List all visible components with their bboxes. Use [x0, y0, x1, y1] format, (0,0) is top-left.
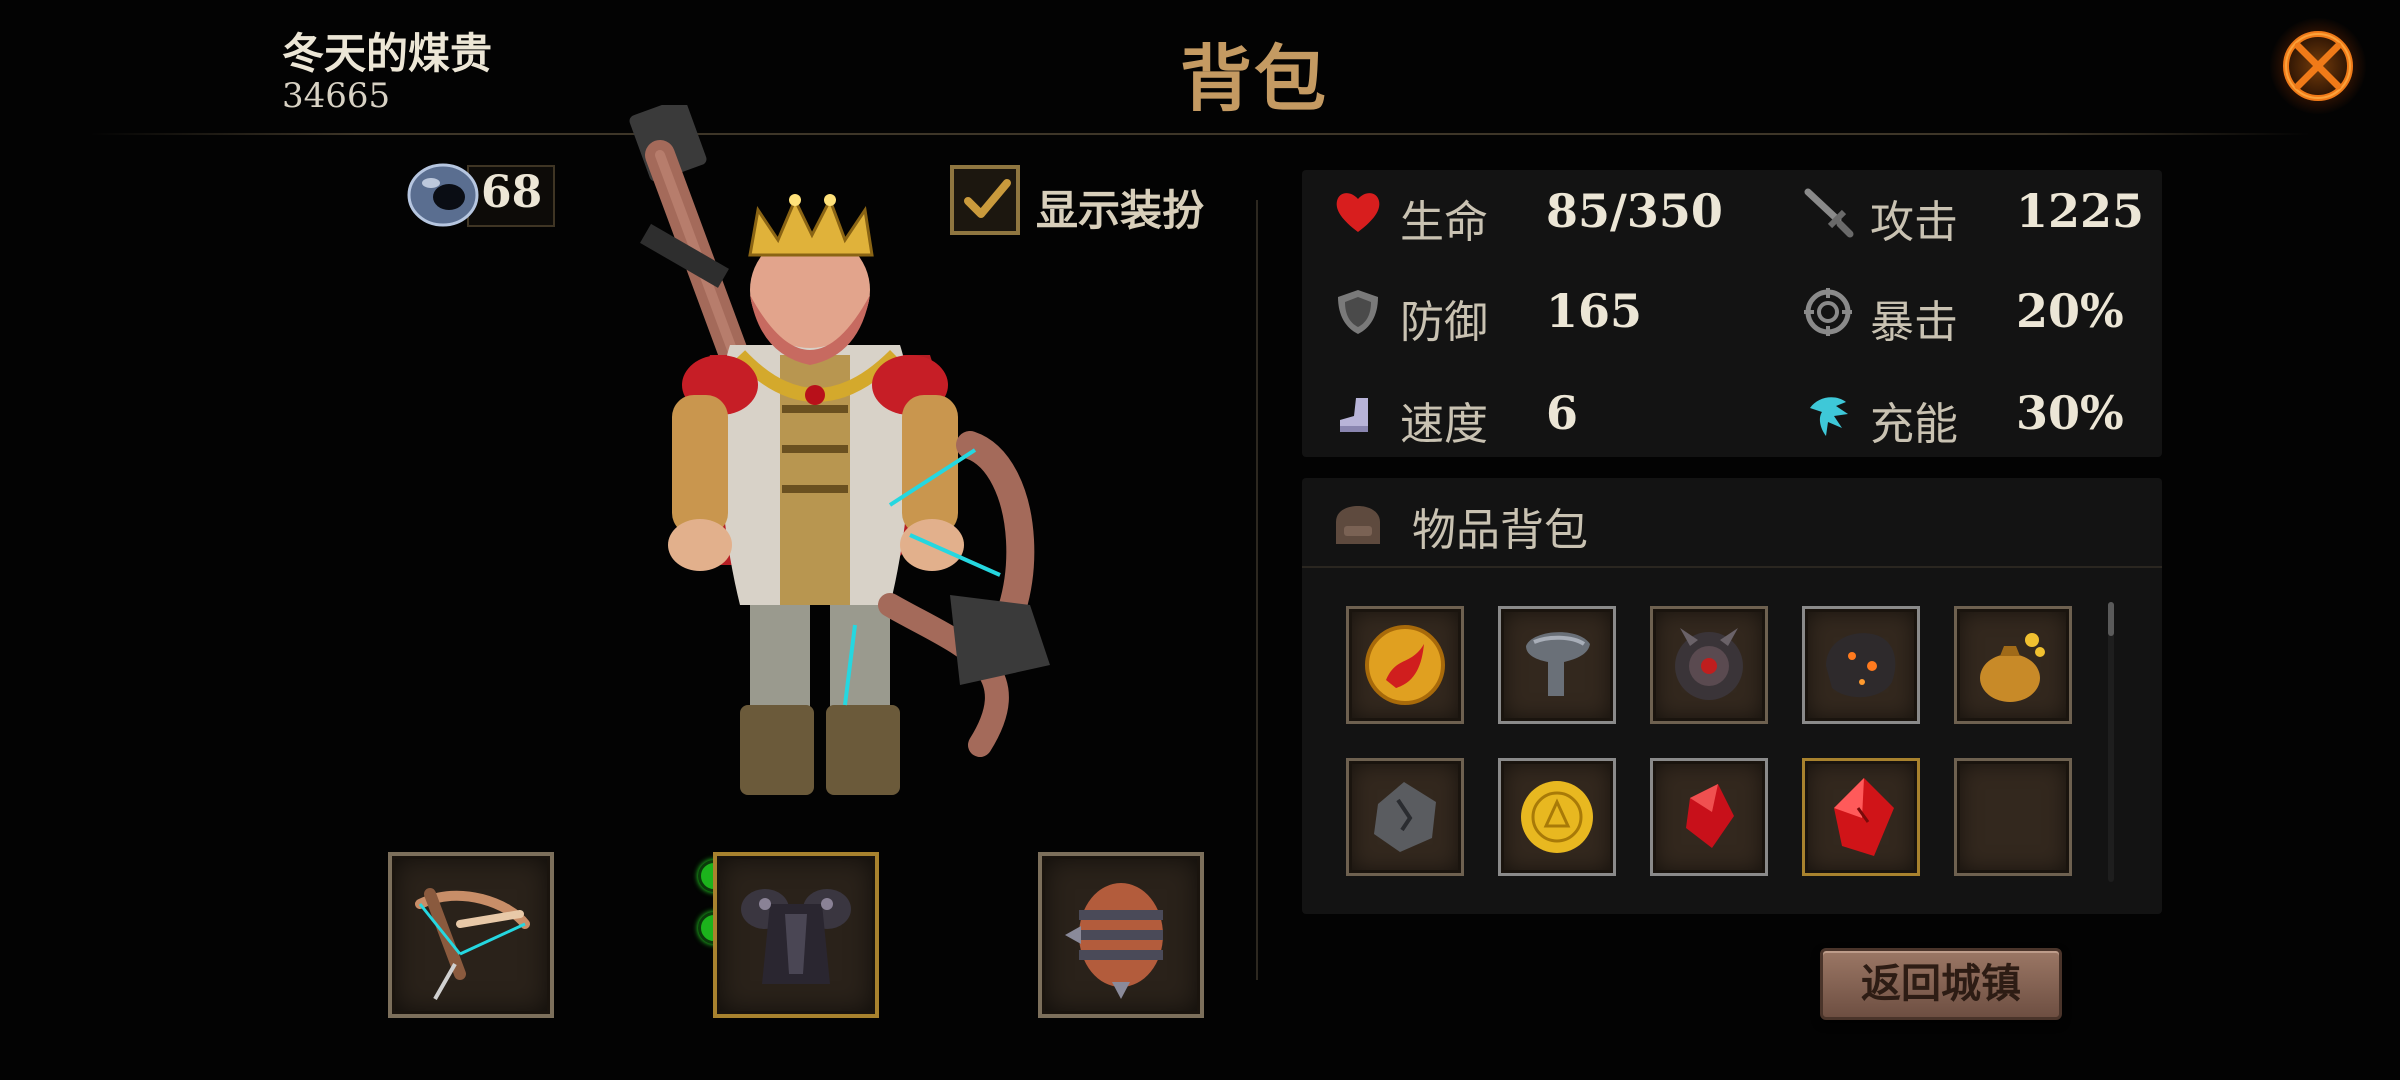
lava-rock-icon: [1826, 633, 1896, 698]
page-title: 背包: [1180, 36, 1329, 121]
gem-ring-icon: [407, 163, 479, 227]
dark-armor-icon: [741, 889, 851, 984]
inventory-header-divider: [1302, 566, 2162, 568]
inventory-slot[interactable]: [1346, 606, 1464, 724]
stat-crit-label: 暴击: [1870, 297, 1958, 348]
inventory-panel: 物品背包: [1302, 478, 2162, 914]
stat-defense-value: 165: [1546, 284, 1643, 338]
close-x-icon: [2283, 31, 2353, 101]
energy-wing-icon: [1810, 397, 1848, 436]
red-crystal-icon: [1686, 784, 1734, 848]
stat-hp-label: 生命: [1400, 197, 1488, 248]
stat-charge-label: 充能: [1870, 399, 1958, 450]
stat-defense-label: 防御: [1400, 297, 1488, 348]
inventory-slot[interactable]: [1802, 606, 1920, 724]
player-id: 34665: [282, 76, 391, 116]
header-divider: [90, 133, 2310, 135]
spiked-barrel-icon: [1065, 883, 1163, 999]
currency-count: 68: [481, 167, 543, 218]
inventory-slot[interactable]: [1498, 758, 1616, 876]
close-button[interactable]: [2270, 18, 2366, 114]
gold-coin-icon: [1521, 781, 1593, 853]
stat-hp-value: 85/350: [1546, 184, 1723, 238]
equip-slot-armor[interactable]: [713, 852, 879, 1018]
stat-attack-value: 1225: [2016, 184, 2145, 238]
sword-icon: [1804, 188, 1854, 238]
boot-icon: [1340, 398, 1368, 432]
inventory-title: 物品背包: [1412, 505, 1588, 556]
stat-attack-label: 攻击: [1870, 197, 1958, 248]
currency-display: 68: [405, 155, 555, 231]
inventory-scroll-thumb[interactable]: [2108, 602, 2114, 636]
stat-crit-value: 20%: [2016, 284, 2124, 338]
gold-pouch-icon: [1980, 633, 2045, 702]
inventory-slot-empty[interactable]: [1954, 758, 2072, 876]
stat-charge-value: 30%: [2016, 386, 2124, 440]
red-crystal-large-icon: [1834, 778, 1894, 856]
inventory-slot[interactable]: [1954, 606, 2072, 724]
helmet-icon: [1526, 632, 1590, 696]
equip-slot-trinket[interactable]: [1038, 852, 1204, 1018]
inventory-slot[interactable]: [1498, 606, 1616, 724]
inventory-slot[interactable]: [1650, 606, 1768, 724]
inventory-scrollbar[interactable]: [2108, 602, 2114, 882]
crit-target-icon: [1804, 288, 1852, 336]
return-to-town-label: 返回城镇: [1861, 960, 2021, 1007]
inventory-slot[interactable]: [1650, 758, 1768, 876]
demon-shield-icon: [1675, 628, 1743, 700]
heart-icon: [1336, 193, 1380, 232]
fire-coin-icon: [1365, 625, 1445, 705]
stone-rune-icon: [1374, 782, 1436, 852]
equip-slot-weapon[interactable]: [388, 852, 554, 1018]
player-name: 冬天的煤贵: [282, 29, 493, 78]
stat-speed-label: 速度: [1400, 399, 1488, 450]
inventory-slot[interactable]: [1802, 758, 1920, 876]
inventory-slot[interactable]: [1346, 758, 1464, 876]
bag-icon: [1336, 506, 1380, 544]
stat-speed-value: 6: [1546, 386, 1579, 440]
return-to-town-button[interactable]: 返回城镇: [1820, 948, 2062, 1020]
crossbow-icon: [415, 888, 530, 1000]
shield-icon: [1338, 290, 1378, 334]
stats-panel: 生命 85/350 攻击 1225 防御 165 暴击 20% 速度 6 充能 …: [1302, 170, 2162, 457]
crown: [748, 196, 874, 257]
vertical-divider: [1256, 200, 1258, 980]
hero-character-model[interactable]: [560, 105, 1120, 825]
